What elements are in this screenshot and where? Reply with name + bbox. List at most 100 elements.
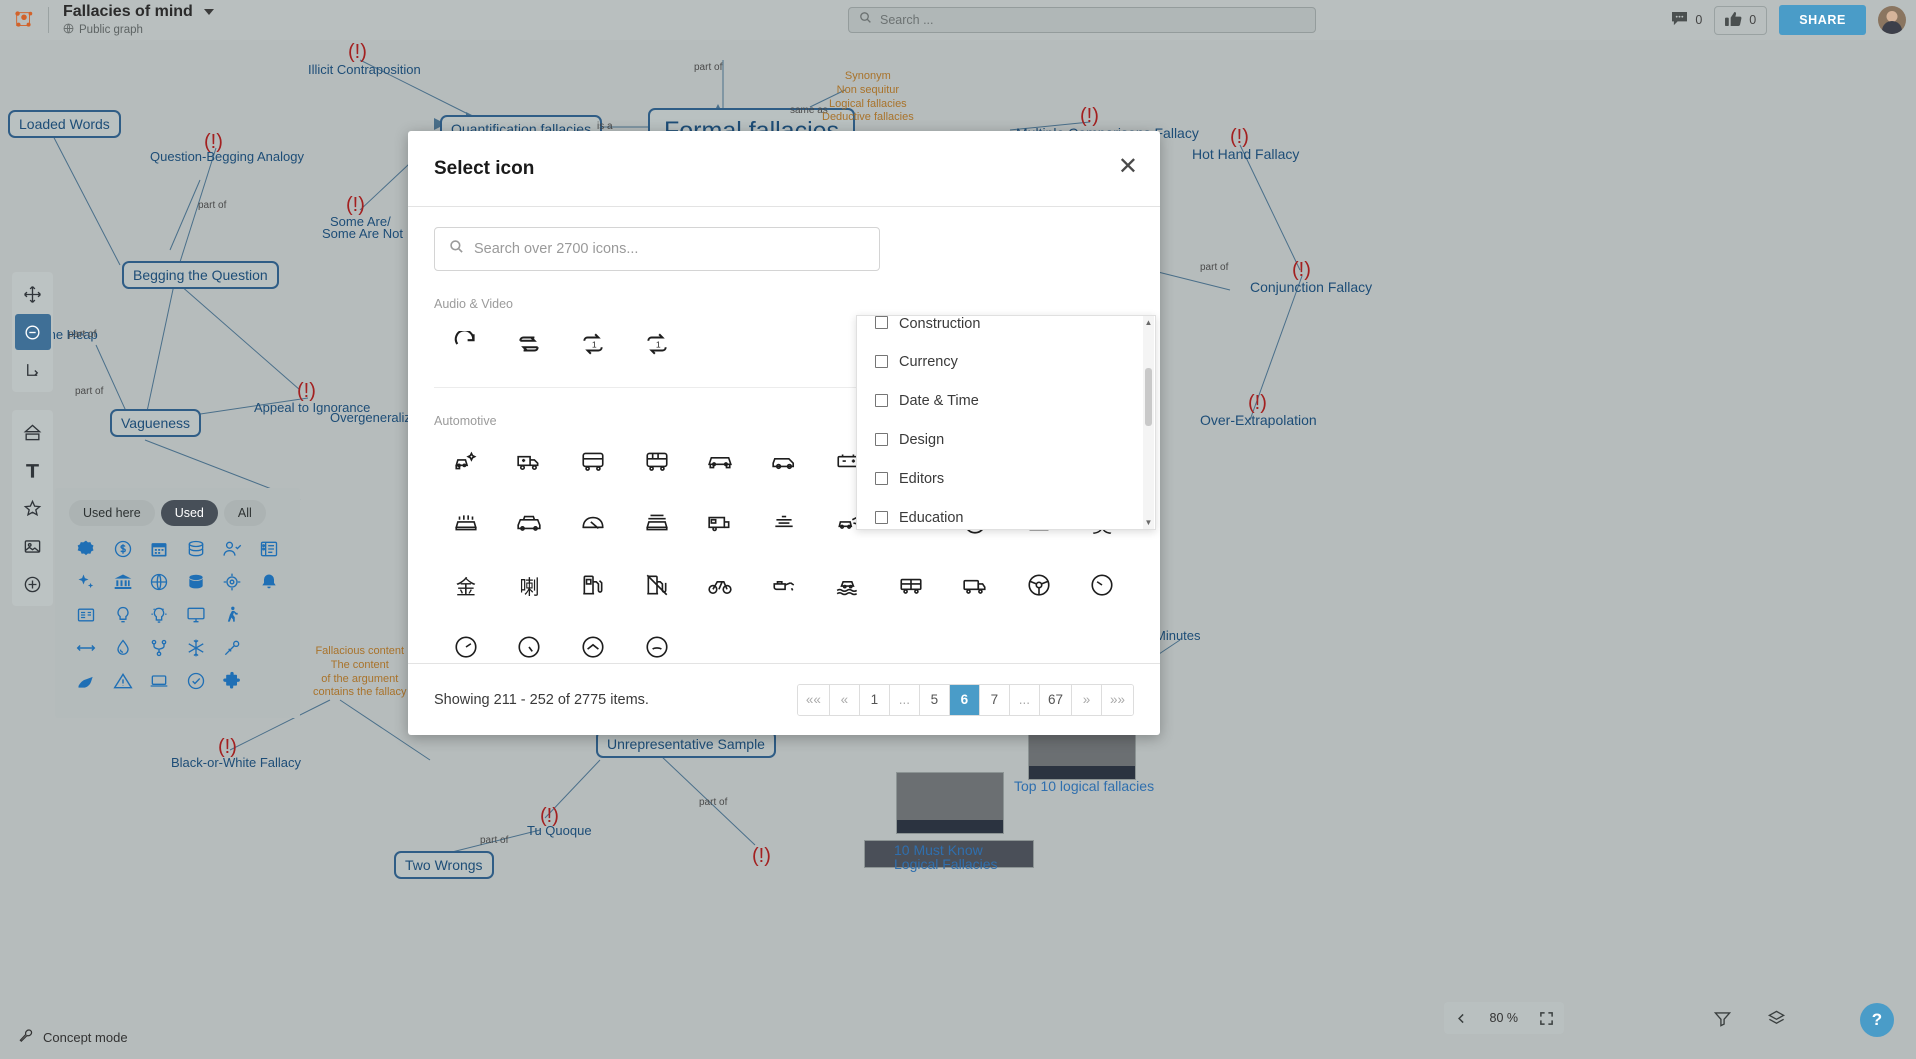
caret-down-icon[interactable]: ▼ — [1143, 516, 1154, 529]
category-item-date-time[interactable]: Date & Time — [857, 381, 1155, 420]
fit-screen-icon[interactable] — [1528, 1002, 1564, 1034]
kanban-icon[interactable] — [252, 538, 287, 560]
car-sparkle-icon[interactable] — [434, 434, 498, 488]
zoom-level[interactable]: 80 % — [1482, 1011, 1527, 1025]
graph-label[interactable]: Hot Hand Fallacy — [1192, 146, 1299, 162]
error-marker-icon[interactable]: (!) — [204, 132, 223, 153]
graph-node[interactable]: Two Wrongs — [394, 851, 494, 879]
gauge-simple-icon[interactable] — [561, 620, 625, 663]
categories-dropdown[interactable]: Construction Currency Date & Time Design… — [856, 315, 1156, 530]
graph-logo-icon[interactable] — [0, 9, 48, 31]
resource-link[interactable]: Top 10 logical fallacies — [1014, 778, 1154, 794]
filter-icon[interactable] — [1704, 1002, 1740, 1034]
plus-circle-icon[interactable] — [15, 566, 51, 602]
snowflake-icon[interactable] — [179, 637, 214, 659]
video-thumbnail[interactable] — [896, 772, 1004, 834]
puzzle-icon[interactable] — [215, 670, 250, 692]
layers-icon[interactable] — [1758, 1002, 1794, 1034]
repeat-icon[interactable] — [498, 317, 562, 371]
category-item-editors[interactable]: Editors — [857, 459, 1155, 498]
tire-icon[interactable] — [625, 620, 689, 663]
gauge-med-icon[interactable] — [434, 620, 498, 663]
steering-wheel-icon[interactable] — [1007, 558, 1071, 612]
person-walk-icon[interactable] — [215, 604, 250, 626]
globe-grid-icon[interactable] — [142, 571, 177, 593]
help-button[interactable]: ? — [1860, 1003, 1894, 1037]
graph-node[interactable]: Vagueness — [110, 409, 201, 437]
bell-alert-icon[interactable] — [252, 571, 287, 593]
lightbulb-on-icon[interactable] — [142, 604, 177, 626]
page-ellipsis-right[interactable]: ... — [1010, 685, 1040, 715]
calendar-icon[interactable] — [142, 538, 177, 560]
page-7[interactable]: 7 — [980, 685, 1010, 715]
graph-label[interactable]: Black-or-White Fallacy — [171, 756, 301, 771]
icon-search-input[interactable]: Search over 2700 icons... — [434, 227, 880, 271]
avatar[interactable] — [1878, 6, 1906, 34]
error-marker-icon[interactable]: (!) — [1230, 127, 1249, 148]
chevron-left-icon[interactable] — [1444, 1002, 1480, 1034]
user-check-icon[interactable] — [215, 538, 250, 560]
list-box-icon[interactable] — [69, 604, 104, 626]
car-garage-icon[interactable] — [625, 496, 689, 550]
comments-button[interactable]: 0 — [1671, 11, 1702, 29]
page-next[interactable]: » — [1072, 685, 1102, 715]
bank-icon[interactable] — [106, 571, 141, 593]
error-marker-icon[interactable]: (!) — [1248, 393, 1267, 414]
error-marker-icon[interactable]: (!) — [540, 806, 559, 827]
no-fuel-icon[interactable] — [625, 558, 689, 612]
page-67[interactable]: 67 — [1040, 685, 1072, 715]
truck-medical-icon[interactable] — [498, 434, 562, 488]
likes-button[interactable]: 0 — [1714, 6, 1767, 35]
laptop-icon[interactable] — [142, 670, 177, 692]
warning-triangle-icon[interactable] — [106, 670, 141, 692]
graph-node[interactable]: Loaded Words — [8, 110, 121, 138]
repeat-once-alt-icon[interactable]: 1 — [625, 317, 689, 371]
categories-scrollbar[interactable]: ▲ ▼ — [1143, 316, 1154, 529]
van-icon[interactable] — [879, 558, 943, 612]
graph-label[interactable]: Question-Begging Analogy — [150, 150, 304, 165]
close-icon[interactable]: ✕ — [1118, 155, 1138, 179]
star-icon[interactable] — [15, 490, 51, 526]
palette-tab-used[interactable]: Used — [161, 500, 218, 526]
category-item-design[interactable]: Design — [857, 420, 1155, 459]
page-6-current[interactable]: 6 — [950, 685, 980, 715]
chevron-down-icon[interactable] — [204, 9, 214, 15]
text-t-icon[interactable] — [15, 452, 51, 488]
char-2-icon[interactable]: 金 — [434, 558, 498, 612]
scrollbar-thumb[interactable] — [1145, 368, 1152, 426]
graph-label[interactable]: Conjunction Fallacy — [1250, 279, 1372, 295]
palette-tab-all[interactable]: All — [224, 500, 266, 526]
image-icon[interactable] — [15, 528, 51, 564]
category-item-construction[interactable]: Construction — [857, 316, 1155, 342]
error-marker-icon[interactable]: (!) — [346, 195, 365, 216]
repeat-once-icon[interactable]: 1 — [561, 317, 625, 371]
car-icon[interactable] — [689, 434, 753, 488]
page-first[interactable]: «« — [798, 685, 830, 715]
car-side-icon[interactable] — [752, 434, 816, 488]
page-1[interactable]: 1 — [860, 685, 890, 715]
pan-tool[interactable] — [15, 314, 51, 350]
checkbox[interactable] — [875, 433, 888, 446]
checkbox[interactable] — [875, 511, 888, 524]
global-search[interactable]: Search ... — [848, 7, 1316, 33]
move-tool[interactable] — [15, 276, 51, 312]
shapes-icon[interactable] — [15, 414, 51, 450]
database-stack-icon[interactable] — [179, 538, 214, 560]
search-input[interactable]: Search ... — [848, 7, 1316, 33]
lightbulb-icon[interactable] — [106, 604, 141, 626]
truck-icon[interactable] — [943, 558, 1007, 612]
graph-label[interactable]: Over-Extrapolation — [1200, 412, 1317, 428]
gauge-high-icon[interactable] — [498, 620, 562, 663]
page-prev[interactable]: « — [830, 685, 860, 715]
caret-up-icon[interactable]: ▲ — [1143, 316, 1154, 329]
category-item-currency[interactable]: Currency — [857, 342, 1155, 381]
error-marker-icon[interactable]: (!) — [1080, 106, 1099, 127]
checkbox[interactable] — [875, 355, 888, 368]
error-marker-icon[interactable]: (!) — [752, 846, 771, 867]
droplet-icon[interactable] — [106, 637, 141, 659]
check-shield-icon[interactable] — [179, 670, 214, 692]
arrows-horizontal-icon[interactable] — [69, 637, 104, 659]
fork-branch-icon[interactable] — [142, 637, 177, 659]
bus-school-icon[interactable] — [625, 434, 689, 488]
horn-icon[interactable]: 喇 — [498, 558, 562, 612]
